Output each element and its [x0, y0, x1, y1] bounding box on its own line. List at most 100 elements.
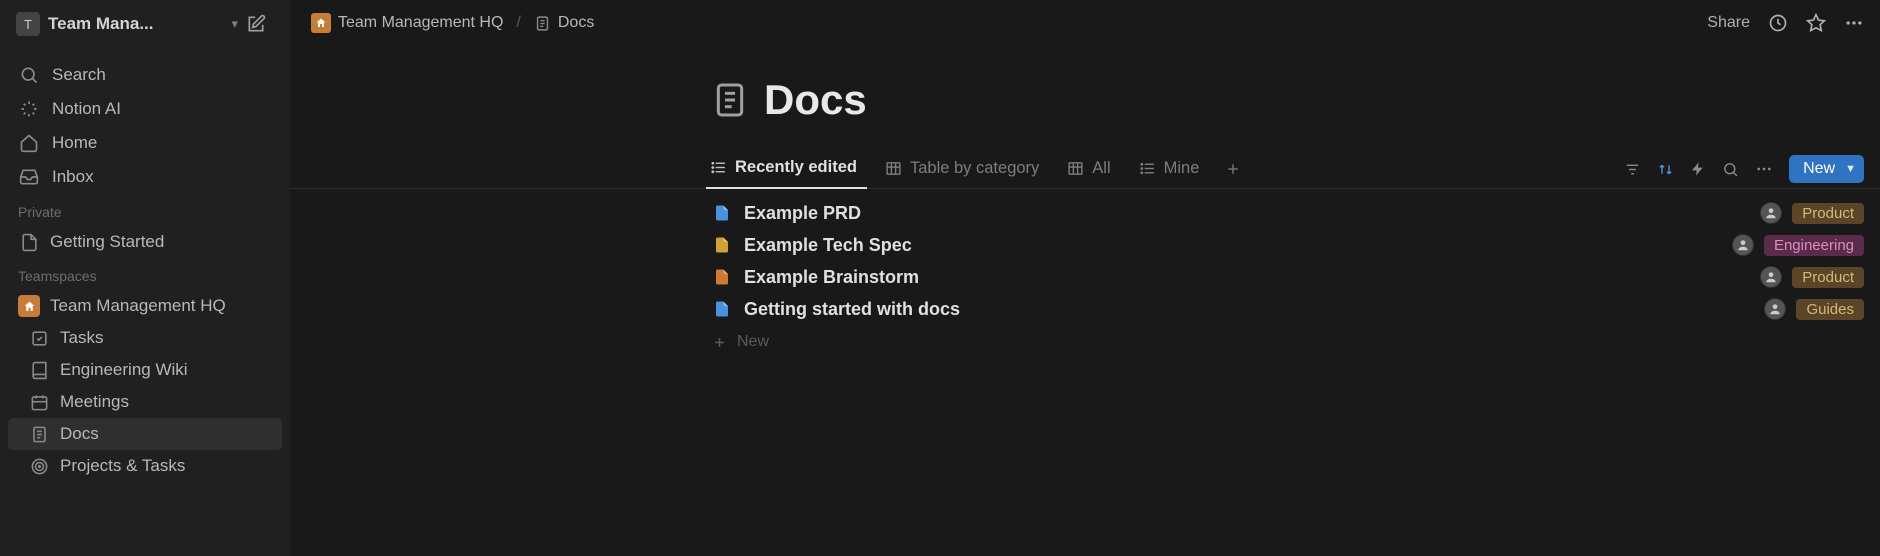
sparkle-icon	[18, 98, 40, 120]
view-tab-label: Table by category	[910, 159, 1039, 178]
section-private: Private	[8, 194, 282, 226]
more-icon[interactable]	[1755, 160, 1773, 178]
book-icon	[28, 359, 50, 381]
sidebar-item-label: Notion AI	[52, 99, 121, 119]
target-icon	[28, 455, 50, 477]
view-tabs-row: Recently edited Table by category All Mine	[290, 150, 1880, 189]
sidebar-nav-inbox[interactable]: Inbox	[8, 160, 282, 194]
view-tab-label: Recently edited	[735, 158, 857, 177]
page-icon	[534, 15, 551, 32]
home-icon	[18, 132, 40, 154]
sidebar-page-projects-tasks[interactable]: Projects & Tasks	[8, 450, 282, 482]
sidebar-page[interactable]: Getting Started	[8, 226, 282, 258]
view-tab-label: All	[1092, 159, 1110, 178]
doc-list: Example PRD Product Example Tech Spec Engin…	[290, 189, 1880, 351]
content: Docs Recently edited Table by category All…	[290, 46, 1880, 351]
breadcrumb-workspace[interactable]: Team Management HQ	[306, 10, 508, 36]
page-label: Docs	[60, 424, 99, 444]
page-label: Meetings	[60, 392, 129, 412]
section-teamspaces: Teamspaces	[8, 258, 282, 290]
sidebar-page-engineering-wiki[interactable]: Engineering Wiki	[8, 354, 282, 386]
doc-meta: Engineering	[1732, 234, 1864, 256]
home-icon	[311, 13, 331, 33]
doc-title: Example PRD	[744, 203, 861, 224]
sidebar-item-label: Search	[52, 65, 106, 85]
avatar	[1764, 298, 1786, 320]
breadcrumb-separator: /	[516, 14, 520, 32]
view-tab-label: Mine	[1164, 159, 1200, 178]
tag: Product	[1792, 267, 1864, 288]
sort-icon[interactable]	[1657, 161, 1674, 178]
view-tab-all[interactable]: All	[1063, 151, 1120, 188]
doc-title: Example Tech Spec	[744, 235, 912, 256]
tag: Engineering	[1764, 235, 1864, 256]
view-actions: New ▼	[1624, 155, 1864, 183]
search-icon	[18, 64, 40, 86]
view-tab-recently-edited[interactable]: Recently edited	[706, 150, 867, 189]
doc-row[interactable]: Example PRD Product	[706, 197, 1880, 229]
teamspace-label: Team Management HQ	[50, 296, 226, 316]
page-label: Tasks	[60, 328, 103, 348]
doc-icon	[712, 299, 732, 319]
search-icon[interactable]	[1722, 161, 1739, 178]
sidebar-page-meetings[interactable]: Meetings	[8, 386, 282, 418]
page-label: Getting Started	[50, 232, 164, 252]
topbar-actions: Share	[1707, 13, 1864, 33]
sidebar: T Team Mana... ▾ Search Notion AI Home Inbo…	[0, 0, 290, 556]
new-button[interactable]: New ▼	[1789, 155, 1864, 183]
add-view-button[interactable]	[1219, 155, 1247, 183]
share-button[interactable]: Share	[1707, 14, 1750, 32]
table-icon	[885, 160, 902, 177]
doc-meta: Product	[1760, 202, 1864, 224]
star-icon[interactable]	[1806, 13, 1826, 33]
clock-icon[interactable]	[1768, 13, 1788, 33]
lightning-icon[interactable]	[1690, 161, 1706, 177]
breadcrumb-page[interactable]: Docs	[529, 11, 599, 35]
tag: Guides	[1796, 299, 1864, 320]
doc-row[interactable]: Example Tech Spec Engineering	[706, 229, 1880, 261]
sidebar-nav-home[interactable]: Home	[8, 126, 282, 160]
page-header: Docs	[290, 76, 1880, 150]
doc-icon	[712, 203, 732, 223]
view-tabs: Recently edited Table by category All Mine	[706, 150, 1219, 188]
sidebar-nav-sparkle[interactable]: Notion AI	[8, 92, 282, 126]
breadcrumb: Team Management HQ / Docs	[306, 10, 599, 36]
doc-row[interactable]: Getting started with docs Guides	[706, 293, 1880, 325]
chevron-down-icon: ▾	[231, 16, 238, 32]
sidebar-item-label: Inbox	[52, 167, 94, 187]
new-row-label: New	[737, 333, 769, 351]
filter-icon[interactable]	[1624, 161, 1641, 178]
avatar	[1732, 234, 1754, 256]
doc-row[interactable]: Example Brainstorm Product	[706, 261, 1880, 293]
view-tab-mine[interactable]: Mine	[1135, 151, 1210, 188]
doc-title: Example Brainstorm	[744, 267, 919, 288]
page-label: Projects & Tasks	[60, 456, 185, 476]
avatar	[1760, 266, 1782, 288]
new-row-button[interactable]: New	[706, 325, 1880, 351]
doc-icon	[28, 423, 50, 445]
view-tab-table-by-category[interactable]: Table by category	[881, 151, 1049, 188]
sidebar-page-tasks[interactable]: Tasks	[8, 322, 282, 354]
page-title-icon	[710, 80, 750, 120]
sidebar-page-docs[interactable]: Docs	[8, 418, 282, 450]
list-icon	[1139, 160, 1156, 177]
new-button-label: New	[1803, 160, 1835, 178]
more-icon[interactable]	[1844, 13, 1864, 33]
page-icon	[18, 231, 40, 253]
sidebar-item-label: Home	[52, 133, 97, 153]
page-label: Engineering Wiki	[60, 360, 188, 380]
inbox-icon	[18, 166, 40, 188]
topbar: Team Management HQ / Docs Share	[290, 0, 1880, 46]
compose-icon[interactable]	[246, 14, 266, 34]
doc-icon	[712, 267, 732, 287]
doc-meta: Product	[1760, 266, 1864, 288]
teamspace-icon	[18, 295, 40, 317]
workspace-switcher[interactable]: T Team Mana... ▾	[8, 8, 282, 40]
avatar	[1760, 202, 1782, 224]
page-title: Docs	[764, 76, 867, 124]
list-icon	[710, 159, 727, 176]
sidebar-nav-search[interactable]: Search	[8, 58, 282, 92]
teamspace-item[interactable]: Team Management HQ	[8, 290, 282, 322]
workspace-icon: T	[16, 12, 40, 36]
doc-title: Getting started with docs	[744, 299, 960, 320]
